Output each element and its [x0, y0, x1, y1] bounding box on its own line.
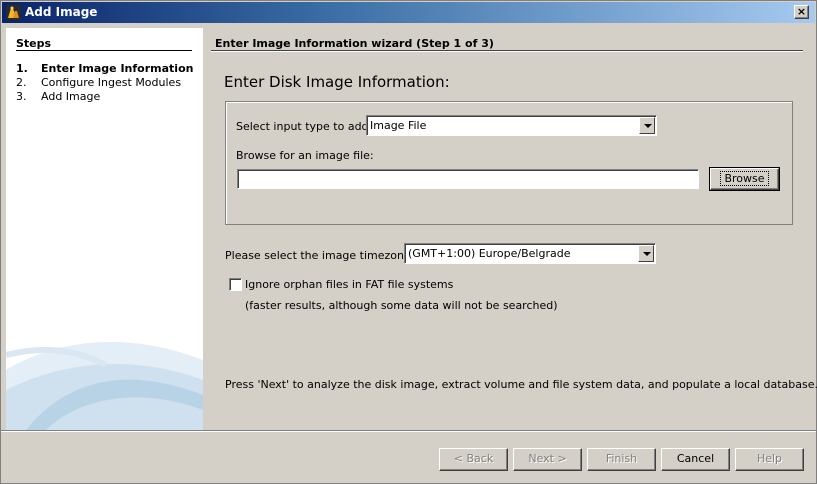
steps-panel: Steps 1. Enter Image Information 2. Config…: [6, 28, 203, 430]
back-button[interactable]: < Back: [439, 448, 508, 471]
timezone-value: (GMT+1:00) Europe/Belgrade: [408, 247, 571, 260]
input-type-label: Select input type to add:: [236, 120, 373, 133]
browse-label: Browse for an image file:: [236, 149, 374, 162]
next-button[interactable]: Next >: [513, 448, 582, 471]
title-bar[interactable]: Add Image ×: [2, 2, 815, 23]
decorative-swoosh-graphic: [6, 341, 203, 430]
help-button-label: Help: [756, 452, 783, 465]
cancel-button-label: Cancel: [676, 452, 715, 465]
cancel-button[interactable]: Cancel: [661, 448, 730, 471]
step-number: 3.: [16, 90, 27, 103]
wizard-header: Enter Image Information wizard (Step 1 o…: [215, 37, 494, 50]
chevron-down-icon[interactable]: [638, 245, 654, 262]
finish-button[interactable]: Finish: [587, 448, 656, 471]
input-type-dropdown[interactable]: Image File: [366, 115, 657, 136]
section-title: Enter Disk Image Information:: [224, 73, 450, 91]
ignore-orphan-note: (faster results, although some data will…: [245, 299, 558, 312]
steps-divider: [16, 50, 192, 51]
step-number: 2.: [16, 76, 27, 89]
close-icon: ×: [796, 5, 807, 18]
step-item-2: 2. Configure Ingest Modules: [16, 76, 193, 90]
image-path-input[interactable]: [237, 169, 699, 189]
next-button-label: Next >: [528, 452, 567, 465]
step-number: 1.: [16, 62, 28, 75]
next-hint-text: Press 'Next' to analyze the disk image, …: [225, 378, 817, 391]
close-button[interactable]: ×: [794, 5, 809, 19]
browse-button[interactable]: Browse: [709, 167, 780, 191]
steps-heading: Steps: [16, 37, 52, 50]
back-button-label: < Back: [453, 452, 494, 465]
input-type-value: Image File: [370, 119, 427, 132]
footer-divider: [1, 430, 816, 432]
timezone-dropdown[interactable]: (GMT+1:00) Europe/Belgrade: [404, 243, 656, 264]
help-button[interactable]: Help: [735, 448, 804, 471]
timezone-label: Please select the image timezone:: [225, 249, 415, 262]
step-label: Enter Image Information: [41, 62, 194, 75]
chevron-down-icon[interactable]: [639, 117, 655, 134]
wizard-header-divider: [211, 50, 803, 52]
browse-button-label: Browse: [720, 171, 769, 186]
steps-list: 1. Enter Image Information 2. Configure In…: [16, 62, 193, 104]
step-item-1: 1. Enter Image Information: [16, 62, 193, 76]
step-item-3: 3. Add Image: [16, 90, 193, 104]
add-image-dialog: Add Image × Steps 1. Enter Image Informat…: [0, 0, 817, 484]
app-icon: [6, 5, 21, 20]
finish-button-label: Finish: [605, 452, 638, 465]
ignore-orphan-checkbox[interactable]: [229, 278, 242, 291]
step-label: Configure Ingest Modules: [41, 76, 182, 89]
ignore-orphan-label[interactable]: Ignore orphan files in FAT file systems: [245, 278, 453, 291]
window-title: Add Image: [25, 5, 98, 19]
step-label: Add Image: [41, 90, 101, 103]
